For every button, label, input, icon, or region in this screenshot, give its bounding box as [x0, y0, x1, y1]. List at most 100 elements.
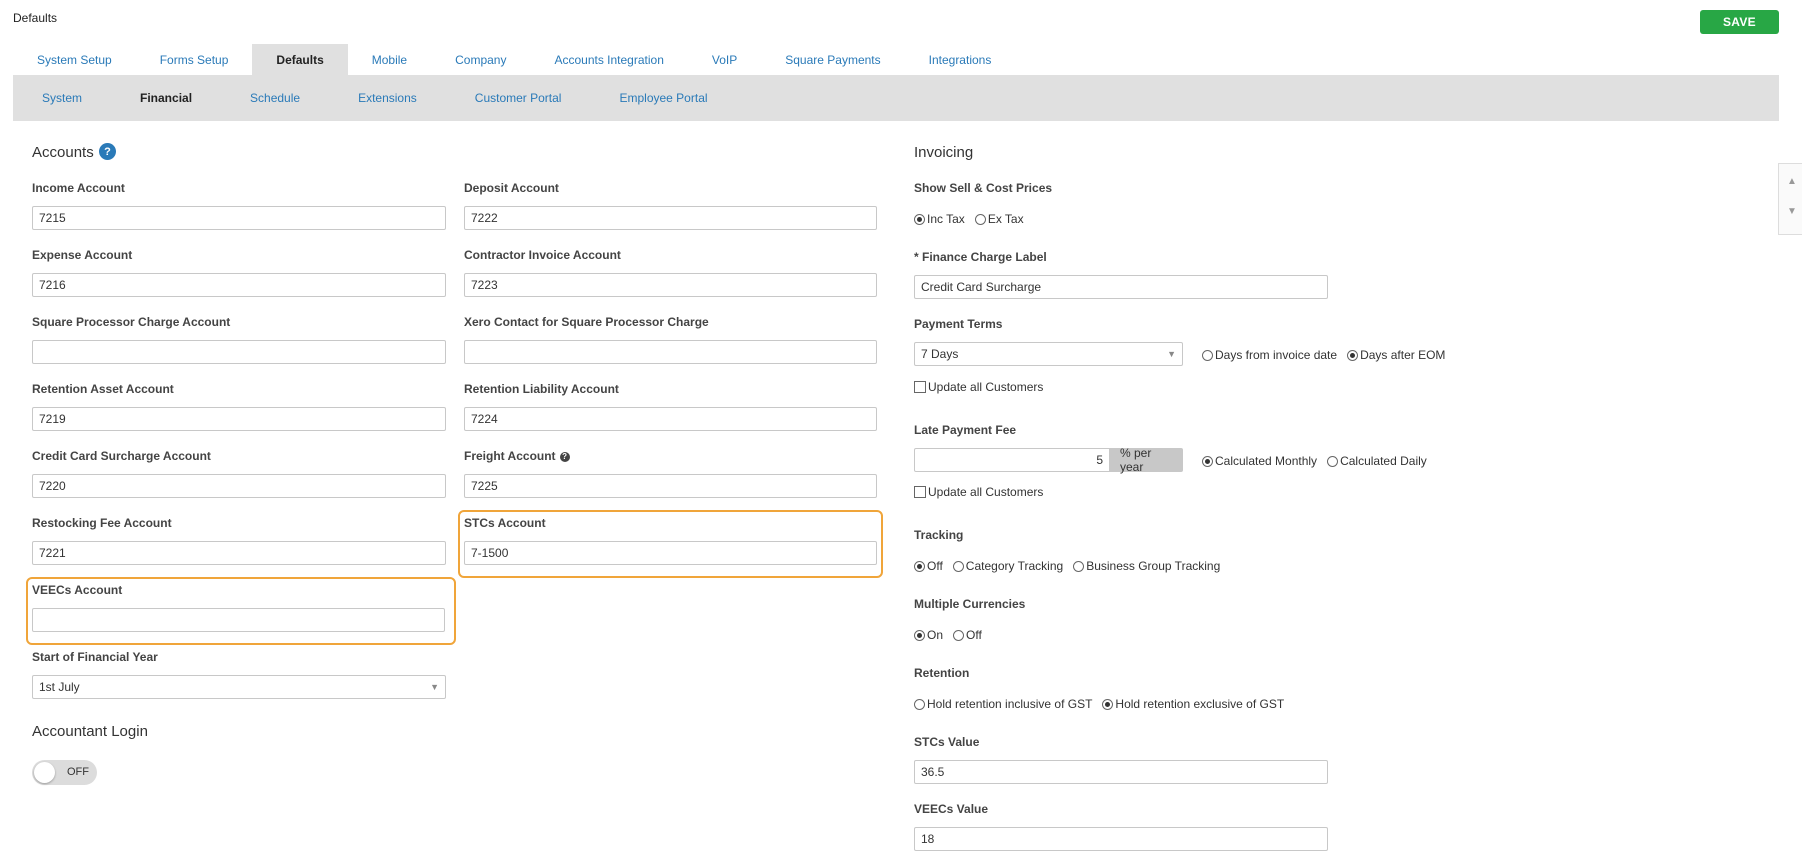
- subtab-extensions[interactable]: Extensions: [329, 91, 446, 105]
- retention-asset-account-input[interactable]: [32, 407, 446, 431]
- tab-company[interactable]: Company: [431, 44, 530, 75]
- toggle-state-label: OFF: [67, 766, 89, 778]
- radio-option-business-group-tracking[interactable]: Business Group Tracking: [1073, 559, 1220, 573]
- radio-option-retention-exclusive[interactable]: Hold retention exclusive of GST: [1102, 697, 1284, 711]
- freight-help-icon[interactable]: ?: [559, 451, 570, 462]
- accountant-login-toggle[interactable]: OFF: [32, 760, 97, 785]
- scroll-down-icon[interactable]: ▼: [1787, 206, 1797, 217]
- payment-terms-radio-group: Days from invoice date Days after EOM: [1202, 348, 1455, 362]
- currencies-radio-group: On Off: [914, 628, 992, 642]
- financial-year-value: 1st July: [39, 680, 80, 694]
- xero-contact-label: Xero Contact for Square Processor Charge: [464, 315, 709, 329]
- square-processor-charge-input[interactable]: [32, 340, 446, 364]
- radio-days-after-eom[interactable]: [1347, 349, 1359, 361]
- radio-label-category-tracking: Category Tracking: [965, 559, 1064, 573]
- tab-voip[interactable]: VoIP: [688, 44, 761, 75]
- radio-option-days-from-invoice[interactable]: Days from invoice date: [1202, 348, 1337, 362]
- income-account-input[interactable]: [32, 206, 446, 230]
- radio-ex-tax[interactable]: [974, 213, 986, 225]
- financial-year-select[interactable]: 1st July ▼: [32, 675, 446, 699]
- show-prices-label: Show Sell & Cost Prices: [914, 181, 1053, 195]
- radio-currency-off[interactable]: [953, 629, 965, 641]
- tab-defaults[interactable]: Defaults: [252, 44, 348, 75]
- radio-option-currency-off[interactable]: Off: [953, 628, 982, 642]
- late-fee-radio-group: Calculated Monthly Calculated Daily: [1202, 454, 1437, 468]
- radio-option-ex-tax[interactable]: Ex Tax: [974, 212, 1024, 226]
- radio-option-inc-tax[interactable]: Inc Tax: [914, 212, 965, 226]
- finance-charge-input[interactable]: [914, 275, 1328, 299]
- radio-label-calculated-monthly: Calculated Monthly: [1215, 454, 1318, 468]
- stcs-value-input[interactable]: [914, 760, 1328, 784]
- veecs-account-input[interactable]: [32, 608, 445, 632]
- subtab-employee-portal[interactable]: Employee Portal: [590, 91, 736, 105]
- radio-label-business-group-tracking: Business Group Tracking: [1086, 559, 1221, 573]
- subtab-financial[interactable]: Financial: [111, 91, 221, 105]
- payment-terms-label: Payment Terms: [914, 317, 1003, 331]
- radio-retention-inclusive[interactable]: [914, 698, 925, 710]
- payment-terms-select[interactable]: 7 Days ▼: [914, 342, 1183, 366]
- retention-asset-account-label: Retention Asset Account: [32, 382, 174, 396]
- subtab-customer-portal[interactable]: Customer Portal: [446, 91, 591, 105]
- update-customers-terms-row[interactable]: Update all Customers: [914, 380, 1043, 394]
- radio-option-tracking-off[interactable]: Off: [914, 559, 943, 573]
- chevron-down-icon: ▼: [1167, 349, 1176, 359]
- radio-days-from-invoice[interactable]: [1202, 349, 1213, 361]
- radio-label-currency-on: On: [927, 628, 944, 642]
- retention-radio-group: Hold retention inclusive of GST Hold ret…: [914, 697, 1294, 711]
- radio-option-currency-on[interactable]: On: [914, 628, 943, 642]
- radio-option-calculated-daily[interactable]: Calculated Daily: [1327, 454, 1427, 468]
- veecs-value-input[interactable]: [914, 827, 1328, 851]
- scroll-up-icon[interactable]: ▲: [1787, 176, 1797, 187]
- stcs-account-label: STCs Account: [464, 516, 546, 530]
- radio-option-calculated-monthly[interactable]: Calculated Monthly: [1202, 454, 1317, 468]
- retention-liability-account-label: Retention Liability Account: [464, 382, 619, 396]
- update-customers-late-checkbox[interactable]: [914, 486, 926, 498]
- retention-liability-account-input[interactable]: [464, 407, 877, 431]
- tab-mobile[interactable]: Mobile: [348, 44, 431, 75]
- late-payment-fee-input[interactable]: [914, 448, 1110, 472]
- tracking-label: Tracking: [914, 528, 964, 542]
- update-customers-terms-checkbox[interactable]: [914, 381, 926, 393]
- radio-option-retention-inclusive[interactable]: Hold retention inclusive of GST: [914, 697, 1092, 711]
- deposit-account-label: Deposit Account: [464, 181, 559, 195]
- radio-option-days-after-eom[interactable]: Days after EOM: [1347, 348, 1445, 362]
- stcs-account-input[interactable]: [464, 541, 877, 565]
- radio-label-tracking-off: Off: [927, 559, 943, 573]
- help-icon[interactable]: ?: [99, 143, 116, 160]
- deposit-account-input[interactable]: [464, 206, 877, 230]
- freight-account-input[interactable]: [464, 474, 877, 498]
- radio-business-group-tracking[interactable]: [1073, 560, 1085, 572]
- radio-label-retention-inclusive: Hold retention inclusive of GST: [927, 697, 1093, 711]
- tab-forms-setup[interactable]: Forms Setup: [136, 44, 253, 75]
- radio-retention-exclusive[interactable]: [1102, 698, 1114, 710]
- radio-currency-on[interactable]: [914, 629, 925, 641]
- late-payment-fee-label: Late Payment Fee: [914, 423, 1017, 437]
- radio-tracking-off[interactable]: [914, 560, 925, 572]
- update-customers-late-row[interactable]: Update all Customers: [914, 485, 1043, 499]
- income-account-label: Income Account: [32, 181, 125, 195]
- radio-option-category-tracking[interactable]: Category Tracking: [952, 559, 1064, 573]
- tab-integrations[interactable]: Integrations: [905, 44, 1016, 75]
- radio-category-tracking[interactable]: [952, 560, 964, 572]
- page-title: Defaults: [13, 11, 58, 25]
- tab-system-setup[interactable]: System Setup: [13, 44, 136, 75]
- subtab-system[interactable]: System: [13, 91, 111, 105]
- tab-square-payments[interactable]: Square Payments: [761, 44, 904, 75]
- radio-calculated-daily[interactable]: [1327, 455, 1339, 467]
- save-button[interactable]: SAVE: [1700, 10, 1779, 34]
- update-customers-late-label: Update all Customers: [928, 485, 1044, 499]
- radio-label-days-after-eom: Days after EOM: [1360, 348, 1446, 362]
- subtab-schedule[interactable]: Schedule: [221, 91, 329, 105]
- restocking-fee-account-input[interactable]: [32, 541, 446, 565]
- contractor-invoice-account-input[interactable]: [464, 273, 877, 297]
- credit-card-surcharge-account-input[interactable]: [32, 474, 446, 498]
- radio-calculated-monthly[interactable]: [1202, 455, 1213, 467]
- tab-accounts-integration[interactable]: Accounts Integration: [530, 44, 687, 75]
- accountant-login-heading: Accountant Login: [32, 723, 148, 740]
- expense-account-label: Expense Account: [32, 248, 133, 262]
- show-prices-radio-group: Inc Tax Ex Tax: [914, 212, 1034, 226]
- xero-contact-input[interactable]: [464, 340, 877, 364]
- finance-charge-label: * Finance Charge Label: [914, 250, 1047, 264]
- radio-inc-tax[interactable]: [914, 213, 925, 225]
- expense-account-input[interactable]: [32, 273, 446, 297]
